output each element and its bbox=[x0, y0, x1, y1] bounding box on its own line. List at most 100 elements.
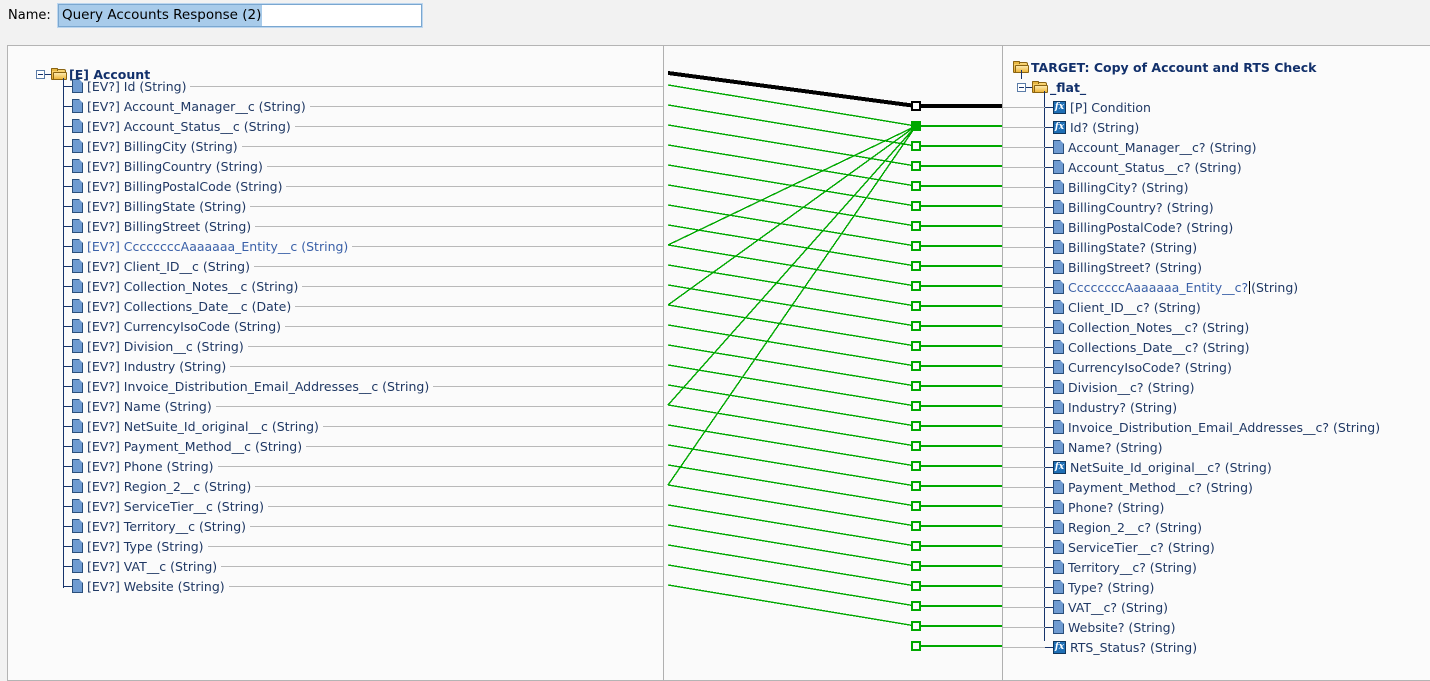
mapping-link[interactable] bbox=[667, 344, 917, 387]
mapping-node[interactable] bbox=[911, 601, 921, 611]
mapping-node[interactable] bbox=[911, 341, 921, 351]
source-field-row[interactable]: [EV?] Type (String) bbox=[72, 536, 204, 556]
target-field-row[interactable]: Division__c? (String) bbox=[1053, 377, 1195, 397]
target-tree-group[interactable]: _flat_ bbox=[1017, 77, 1086, 97]
source-field-row[interactable]: [EV?] Account_Manager__c (String) bbox=[72, 96, 306, 116]
mapping-link[interactable] bbox=[667, 524, 917, 567]
target-field-row[interactable]: Territory__c? (String) bbox=[1053, 557, 1197, 577]
source-field-row[interactable]: [EV?] Phone (String) bbox=[72, 456, 214, 476]
source-field-row[interactable]: [EV?] BillingCity (String) bbox=[72, 136, 238, 156]
mapping-node[interactable] bbox=[911, 541, 921, 551]
target-field-row[interactable]: Industry? (String) bbox=[1053, 397, 1177, 417]
target-field-row[interactable]: BillingCountry? (String) bbox=[1053, 197, 1214, 217]
source-field-row[interactable]: [EV?] Division__c (String) bbox=[72, 336, 244, 356]
source-field-row[interactable]: [EV?] Client_ID__c (String) bbox=[72, 256, 250, 276]
mapping-link[interactable] bbox=[667, 504, 917, 547]
source-field-row[interactable]: [EV?] BillingStreet (String) bbox=[72, 216, 251, 236]
mapping-link[interactable] bbox=[667, 564, 917, 607]
mapping-link[interactable] bbox=[667, 544, 917, 587]
source-field-row[interactable]: [EV?] Payment_Method__c (String) bbox=[72, 436, 302, 456]
target-field-row[interactable]: Name? (String) bbox=[1053, 437, 1163, 457]
mapping-node[interactable] bbox=[911, 461, 921, 471]
mapping-link[interactable] bbox=[667, 125, 917, 246]
mapping-node[interactable] bbox=[911, 181, 921, 191]
target-field-row[interactable]: Collection_Notes__c? (String) bbox=[1053, 317, 1249, 337]
source-field-row[interactable]: [EV?] Name (String) bbox=[72, 396, 212, 416]
target-field-row[interactable]: Phone? (String) bbox=[1053, 497, 1164, 517]
target-field-row[interactable]: BillingState? (String) bbox=[1053, 237, 1197, 257]
mapping-link[interactable] bbox=[667, 444, 917, 487]
mapping-canvas-panel[interactable] bbox=[663, 45, 1003, 681]
source-field-row[interactable]: [EV?] VAT__c (String) bbox=[72, 556, 217, 576]
target-field-row[interactable]: Region_2__c? (String) bbox=[1053, 517, 1202, 537]
target-tree-panel[interactable]: TARGET: Copy of Account and RTS Check _fl… bbox=[1002, 45, 1430, 681]
mapping-node[interactable] bbox=[911, 561, 921, 571]
mapping-node[interactable] bbox=[911, 521, 921, 531]
target-field-row[interactable]: ServiceTier__c? (String) bbox=[1053, 537, 1215, 557]
source-field-row[interactable]: [EV?] Collection_Notes__c (String) bbox=[72, 276, 298, 296]
mapping-link[interactable] bbox=[667, 125, 917, 306]
target-field-row[interactable]: fx NetSuite_Id_original__c? (String) bbox=[1053, 457, 1272, 477]
source-field-row[interactable]: [EV?] BillingPostalCode (String) bbox=[72, 176, 282, 196]
mapping-node[interactable] bbox=[911, 261, 921, 271]
mapping-node[interactable] bbox=[911, 381, 921, 391]
mapping-node[interactable] bbox=[911, 581, 921, 591]
target-field-row[interactable]: VAT__c? (String) bbox=[1053, 597, 1168, 617]
mapping-node[interactable] bbox=[911, 221, 921, 231]
mapping-link[interactable] bbox=[667, 324, 917, 367]
mapping-node[interactable] bbox=[911, 321, 921, 331]
source-field-row[interactable]: [EV?] Region_2__c (String) bbox=[72, 476, 251, 496]
target-field-row[interactable]: Invoice_Distribution_Email_Addresses__c?… bbox=[1053, 417, 1380, 437]
mapping-node[interactable] bbox=[911, 301, 921, 311]
target-field-row[interactable]: Collections_Date__c? (String) bbox=[1053, 337, 1250, 357]
mapping-link[interactable] bbox=[667, 304, 917, 347]
target-tree-root[interactable]: TARGET: Copy of Account and RTS Check bbox=[1013, 57, 1317, 77]
target-field-row[interactable]: CurrencyIsoCode? (String) bbox=[1053, 357, 1232, 377]
source-field-row[interactable]: [EV?] NetSuite_Id_original__c (String) bbox=[72, 416, 319, 436]
mapping-node[interactable] bbox=[911, 241, 921, 251]
mapping-node[interactable] bbox=[911, 421, 921, 431]
target-field-row[interactable]: fx RTS_Status? (String) bbox=[1053, 637, 1197, 657]
source-field-row[interactable]: [EV?] Account_Status__c (String) bbox=[72, 116, 291, 136]
mapping-node[interactable] bbox=[911, 481, 921, 491]
mapping-link[interactable] bbox=[667, 484, 917, 527]
name-input[interactable]: Query Accounts Response (2) bbox=[57, 3, 423, 28]
mapping-link[interactable] bbox=[667, 104, 917, 147]
target-field-row[interactable]: Type? (String) bbox=[1053, 577, 1154, 597]
source-field-row[interactable]: [EV?] ServiceTier__c (String) bbox=[72, 496, 264, 516]
mapping-link[interactable] bbox=[667, 264, 917, 307]
mapping-link[interactable] bbox=[667, 184, 917, 227]
target-field-row[interactable]: Account_Manager__c? (String) bbox=[1053, 137, 1257, 157]
mapping-node[interactable] bbox=[911, 401, 921, 411]
mapping-link[interactable] bbox=[667, 464, 917, 507]
source-field-row[interactable]: [EV?] BillingState (String) bbox=[72, 196, 246, 216]
target-field-row[interactable]: BillingStreet? (String) bbox=[1053, 257, 1202, 277]
source-field-row[interactable]: [EV?] Industry (String) bbox=[72, 356, 226, 376]
mapping-link[interactable] bbox=[667, 224, 917, 267]
mapping-node[interactable] bbox=[911, 121, 921, 131]
mapping-node[interactable] bbox=[911, 141, 921, 151]
source-field-row[interactable]: [EV?] Invoice_Distribution_Email_Address… bbox=[72, 376, 429, 396]
source-tree-panel[interactable]: [E] Account [EV?] Id (String) [EV?] Accoun… bbox=[7, 45, 664, 681]
mapping-link[interactable] bbox=[667, 204, 917, 247]
source-field-row[interactable]: [EV?] Collections_Date__c (Date) bbox=[72, 296, 291, 316]
mapping-node-selected[interactable] bbox=[911, 101, 921, 111]
mapping-node[interactable] bbox=[911, 361, 921, 371]
mapping-node[interactable] bbox=[911, 281, 921, 291]
target-field-row[interactable]: Website? (String) bbox=[1053, 617, 1176, 637]
target-field-row[interactable]: fx [P] Condition bbox=[1053, 97, 1151, 117]
mapping-node[interactable] bbox=[911, 621, 921, 631]
mapping-node[interactable] bbox=[911, 161, 921, 171]
mapping-node[interactable] bbox=[911, 441, 921, 451]
expander-collapse-icon[interactable] bbox=[1017, 82, 1026, 92]
target-field-row[interactable]: BillingCity? (String) bbox=[1053, 177, 1189, 197]
source-field-row[interactable]: [EV?] CurrencyIsoCode (String) bbox=[72, 316, 281, 336]
mapping-link[interactable] bbox=[667, 404, 917, 447]
mapping-link[interactable] bbox=[667, 584, 917, 627]
source-field-row[interactable]: [EV?] CcccccccAaaaaaa_Entity__c (String) bbox=[72, 236, 348, 256]
target-field-row[interactable]: Client_ID__c? (String) bbox=[1053, 297, 1201, 317]
mapping-link[interactable] bbox=[667, 384, 917, 427]
mapping-link[interactable] bbox=[667, 124, 917, 167]
source-field-row[interactable]: [EV?] Website (String) bbox=[72, 576, 225, 596]
target-field-row[interactable]: CcccccccAaaaaaa_Entity__c? (String) bbox=[1053, 277, 1298, 297]
